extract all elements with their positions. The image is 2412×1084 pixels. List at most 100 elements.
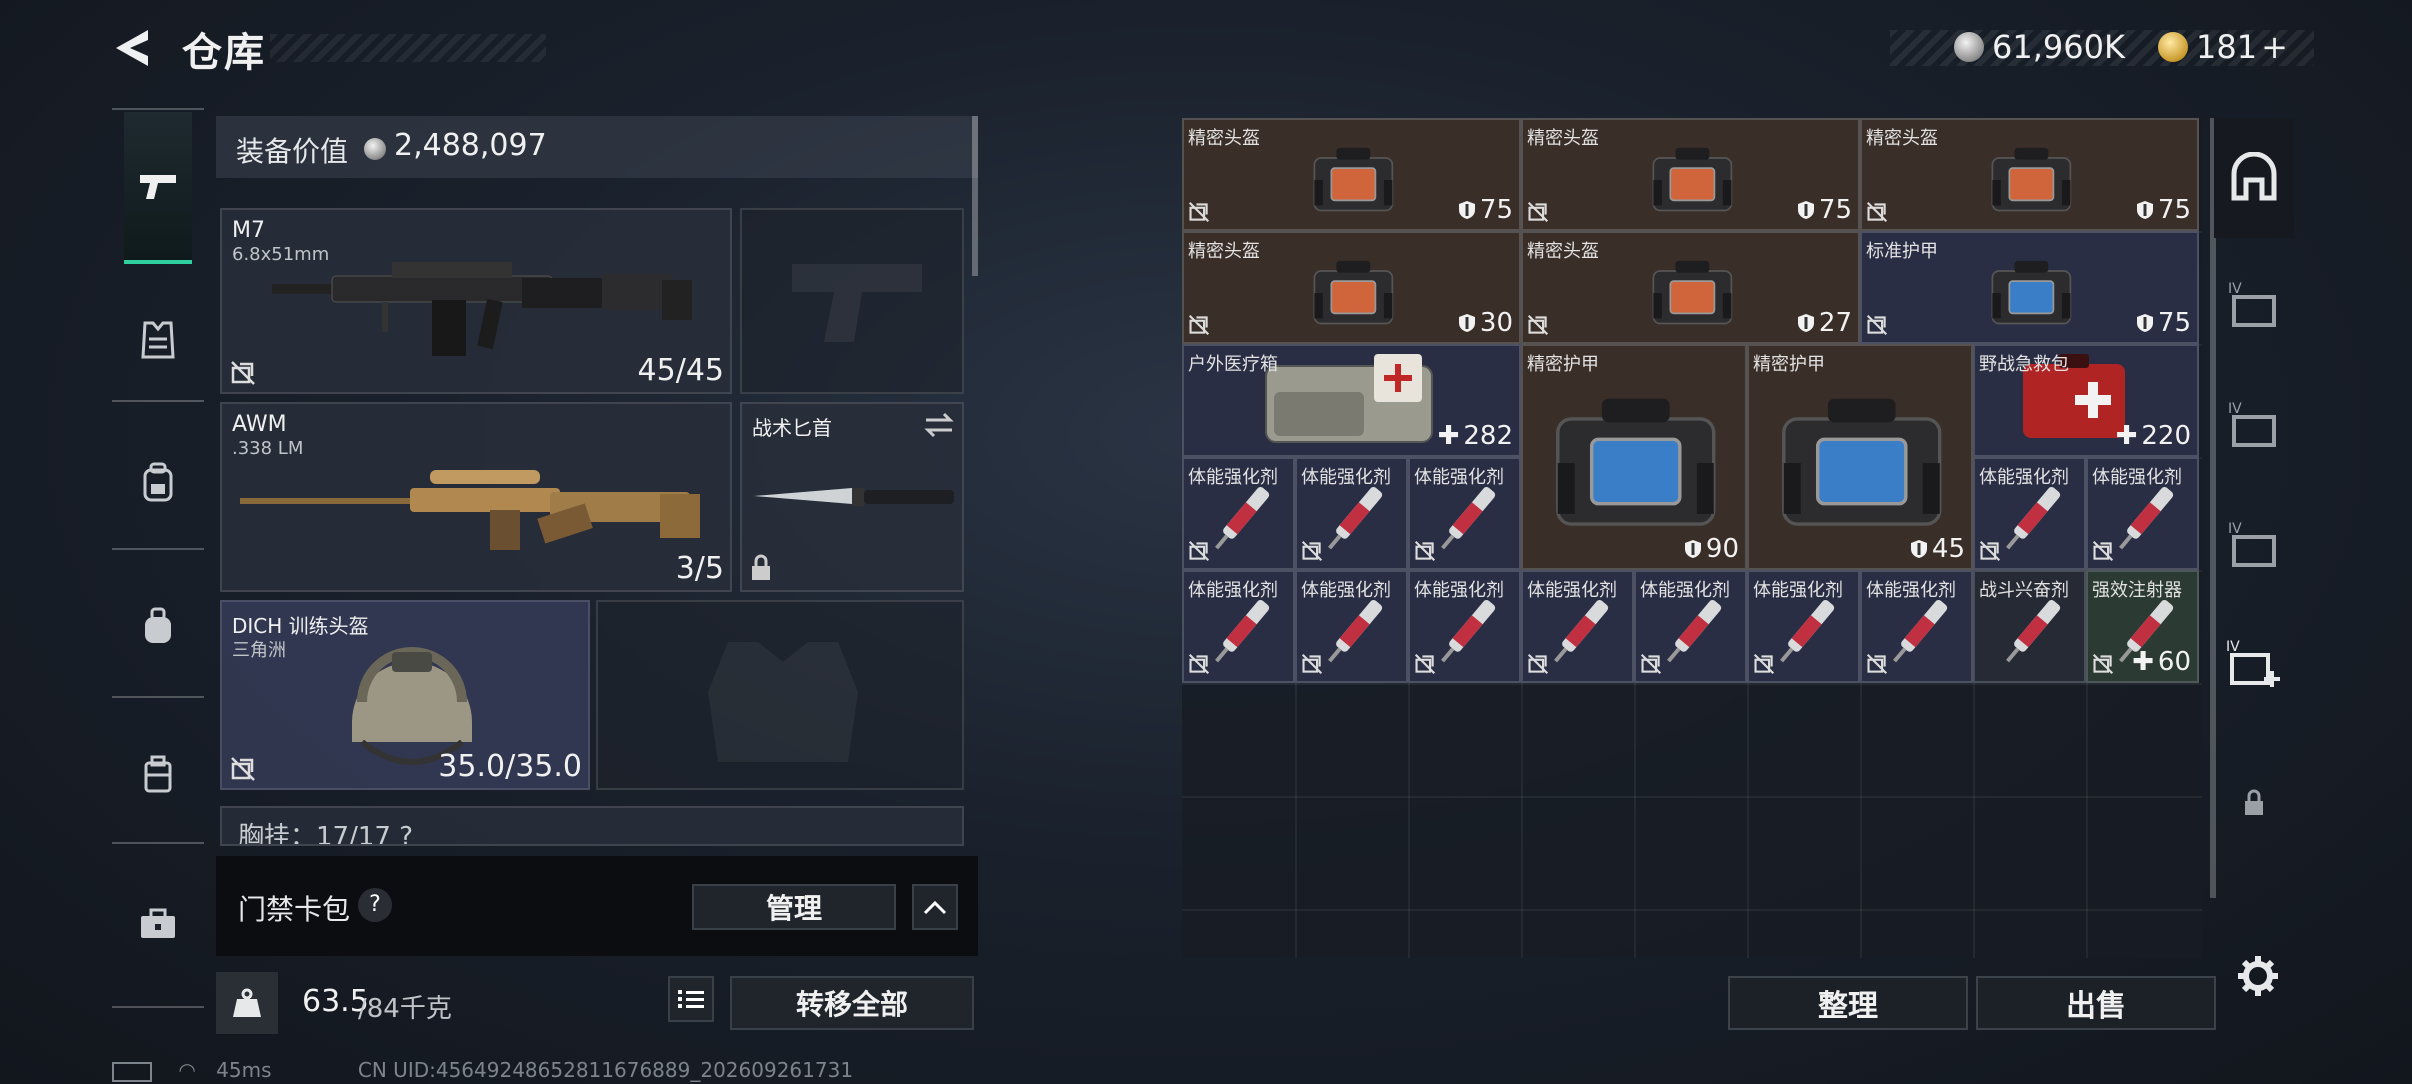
manage-button[interactable]: 管理	[692, 884, 896, 930]
secondary-weapon-slot[interactable]: AWM .338 LM 3/5	[220, 402, 732, 592]
shield-icon	[2136, 314, 2153, 332]
pistol-slot[interactable]	[740, 208, 964, 394]
shield-icon	[1684, 540, 1701, 558]
tab-storage-2[interactable]: IV	[2214, 248, 2294, 358]
inventory-item[interactable]: 精密头盔 75	[1860, 118, 2199, 231]
helmet-bag-icon	[1313, 261, 1394, 325]
chest-rig-label: 胸挂：17/17 ?	[238, 822, 413, 846]
folder-icon: IV	[2228, 521, 2276, 567]
inventory-item[interactable]: 标准护甲 75	[1860, 231, 2199, 344]
inventory-item[interactable]: 户外医疗箱 ✚ 282	[1182, 344, 1521, 457]
tab-medical-storage[interactable]: IV	[2214, 608, 2294, 718]
nav-weapons[interactable]	[124, 112, 192, 264]
inventory-item[interactable]: 精密护甲 90	[1521, 344, 1747, 570]
storage-icon	[2231, 152, 2277, 201]
inventory-item[interactable]: 体能强化剂	[1408, 457, 1521, 570]
tab-storage-3[interactable]: IV	[2214, 368, 2294, 478]
plus-icon: ✚	[1437, 421, 1460, 451]
primary-weapon-slot[interactable]: M7 6.8x51mm 45/45	[220, 208, 732, 394]
inventory-item[interactable]: 体能强化剂	[1408, 570, 1521, 683]
armor-slot[interactable]	[596, 600, 964, 790]
inventory-item[interactable]: 体能强化剂	[1747, 570, 1860, 683]
inventory-item[interactable]: 野战急救包 ✚ 220	[1973, 344, 2199, 457]
shield-icon	[1797, 201, 1814, 219]
shield-icon	[1797, 314, 1814, 332]
item-value-text: 75	[1479, 195, 1513, 225]
item-name: 精密头盔	[1866, 128, 1938, 149]
gold-currency[interactable]: 181 +	[2158, 28, 2288, 66]
inventory-item[interactable]: 精密护甲 45	[1747, 344, 1973, 570]
inventory-item[interactable]: 体能强化剂	[1295, 570, 1408, 683]
item-name: 户外医疗箱	[1188, 354, 1278, 375]
storage-tabs: IV IV IV IV	[2214, 118, 2296, 878]
syringe-icon	[1215, 600, 1270, 663]
settings-button[interactable]	[2236, 954, 2280, 998]
storage-grid: 精密头盔 75 精密头盔 75 精密头盔 75 精密头盔 30 精密头盔 27 …	[1182, 118, 2216, 958]
silver-currency: 61,960K	[1954, 28, 2125, 66]
inventory-item[interactable]: 体能强化剂	[1182, 457, 1295, 570]
sort-button[interactable]: 整理	[1728, 976, 1968, 1030]
nav-case[interactable]	[124, 740, 192, 808]
ammo-count: 45/45	[637, 353, 724, 388]
nav-backpack[interactable]	[124, 448, 192, 516]
equipment-value: 2,488,097	[394, 128, 547, 163]
item-value-text: 75	[2157, 195, 2191, 225]
inventory-item[interactable]: 体能强化剂	[1521, 570, 1634, 683]
item-value: 75	[1458, 195, 1513, 225]
armor-bag-icon	[1556, 398, 1716, 526]
nav-armor[interactable]	[124, 306, 192, 374]
tab-storage-4[interactable]: IV	[2214, 488, 2294, 598]
swap-icon[interactable]	[922, 410, 956, 440]
inventory-item[interactable]: 精密头盔 75	[1521, 118, 1860, 231]
list-icon	[678, 990, 704, 1008]
helmet-bag-icon	[1313, 148, 1394, 212]
item-value-text: 30	[1479, 308, 1513, 338]
list-view-button[interactable]	[668, 976, 714, 1022]
item-value-text: 90	[1705, 534, 1739, 564]
tab-main-storage[interactable]	[2214, 118, 2294, 238]
nav-bag[interactable]	[124, 592, 192, 660]
keycard-bar: 门禁卡包 ? 管理	[216, 856, 978, 956]
shield-icon	[1458, 314, 1475, 332]
tab-locked	[2214, 748, 2294, 858]
gold-amount: 181	[2196, 28, 2258, 66]
transfer-all-button[interactable]: 转移全部	[730, 976, 974, 1030]
add-currency-icon[interactable]: +	[2261, 28, 2288, 66]
inventory-item[interactable]: 精密头盔 27	[1521, 231, 1860, 344]
no-drop-icon	[1188, 653, 1210, 675]
uid-text: CN UID:45649248652811676889_202609261731	[357, 1058, 854, 1082]
inventory-item[interactable]: 战斗兴奋剂	[1973, 570, 2086, 683]
item-name: 强效注射器	[2092, 580, 2182, 601]
chest-rig-slot[interactable]: 胸挂：17/17 ?	[220, 806, 964, 846]
inventory-item[interactable]: 精密头盔 30	[1182, 231, 1521, 344]
nav-toolbox[interactable]	[124, 890, 192, 958]
panel-scrollbar[interactable]	[972, 116, 978, 276]
syringe-icon	[1328, 487, 1383, 550]
inventory-item[interactable]: 强效注射器 ✚ 60	[2086, 570, 2199, 683]
no-drop-icon	[1527, 314, 1549, 336]
inventory-item[interactable]: 体能强化剂	[1634, 570, 1747, 683]
inventory-item[interactable]: 体能强化剂	[1973, 457, 2086, 570]
back-button[interactable]	[112, 26, 156, 70]
item-value: ✚ 282	[1438, 421, 1513, 451]
expand-button[interactable]	[912, 884, 958, 930]
armor-bag-icon	[1991, 261, 2072, 325]
helmet-slot[interactable]: DICH 训练头盔 三角洲 35.0/35.0	[220, 600, 590, 790]
title-decoration	[270, 34, 546, 62]
sell-button[interactable]: 出售	[1976, 976, 2216, 1030]
inventory-item[interactable]: 体能强化剂	[1295, 457, 1408, 570]
help-icon[interactable]: ?	[358, 888, 392, 922]
grid-line	[1182, 909, 2202, 911]
inventory-item[interactable]: 精密头盔 75	[1182, 118, 1521, 231]
lock-icon	[752, 554, 770, 580]
inventory-item[interactable]: 体能强化剂	[2086, 457, 2199, 570]
item-value: 30	[1458, 308, 1513, 338]
syringe-icon	[1328, 600, 1383, 663]
item-value: 27	[1797, 308, 1852, 338]
no-drop-icon	[1866, 653, 1888, 675]
syringe-icon	[1893, 600, 1948, 663]
keycard-label: 门禁卡包	[238, 893, 351, 926]
inventory-item[interactable]: 体能强化剂	[1182, 570, 1295, 683]
melee-slot[interactable]: 战术匕首	[740, 402, 964, 592]
inventory-item[interactable]: 体能强化剂	[1860, 570, 1973, 683]
